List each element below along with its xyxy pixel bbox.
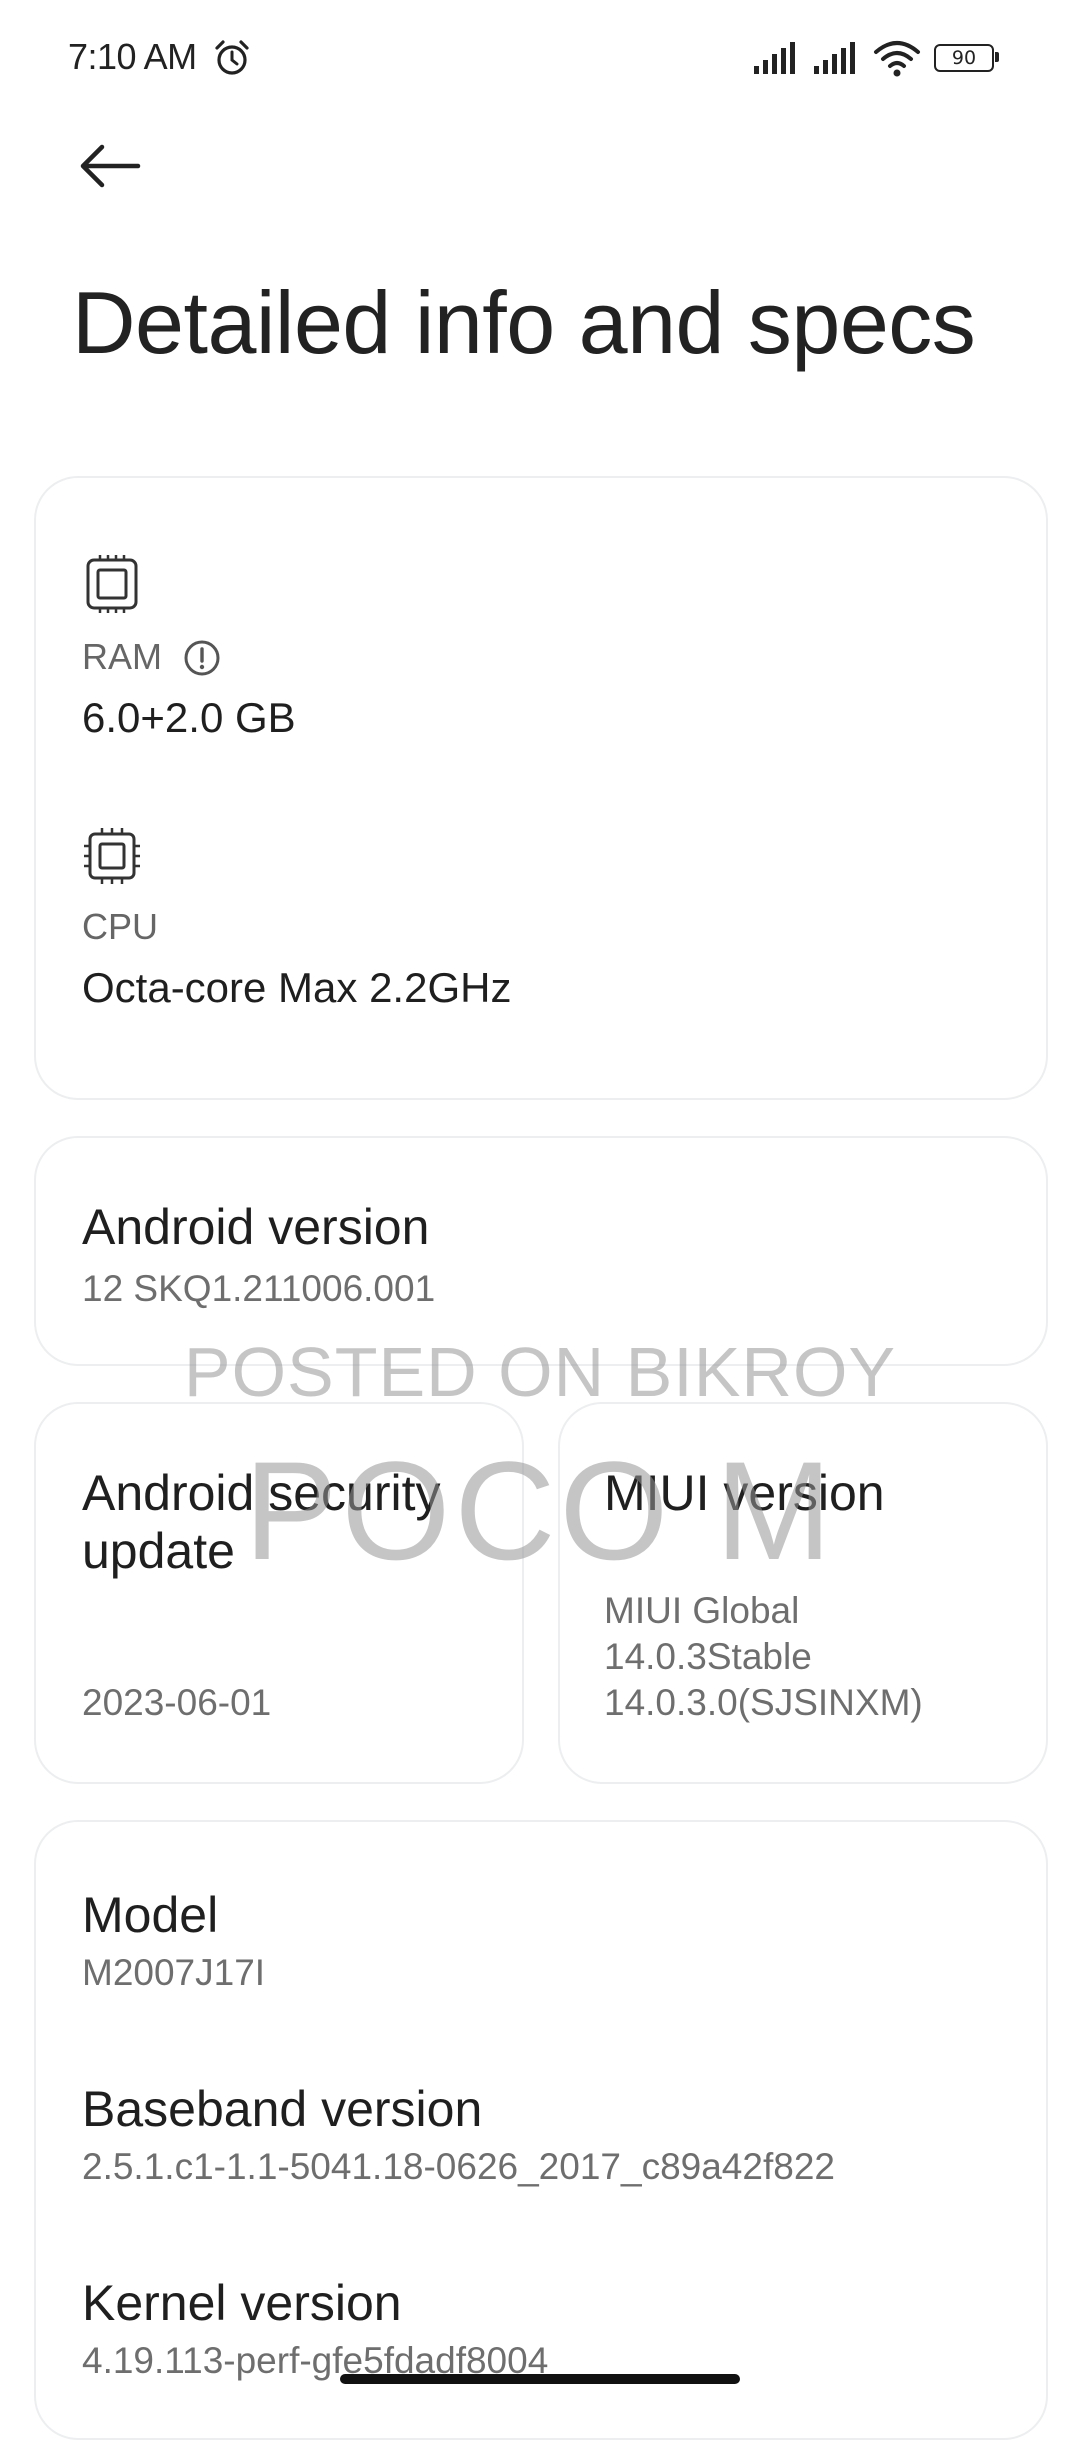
security-update-title-line1: Android security <box>82 1465 441 1521</box>
info-icon[interactable] <box>182 638 222 678</box>
battery-icon: 90 <box>934 44 999 72</box>
hardware-card: RAM 6.0+2.0 GB CPU Octa-core Max 2.2GHz <box>34 476 1048 1100</box>
device-info-card: Model M2007J17I Baseband version 2.5.1.c… <box>34 1820 1048 2440</box>
miui-version-line1: MIUI Global <box>604 1590 800 1631</box>
model-value: M2007J17I <box>82 1952 266 1993</box>
security-update-card[interactable]: Android security update 2023-06-01 <box>34 1402 524 1784</box>
security-update-title-line2: update <box>82 1523 235 1579</box>
android-version-value: 12 SKQ1.211006.001 <box>82 1268 436 1309</box>
cpu-icon <box>84 828 140 884</box>
wifi-icon <box>874 41 920 77</box>
android-version-card[interactable]: Android version 12 SKQ1.211006.001 <box>34 1136 1048 1366</box>
status-time: 7:10 AM <box>68 36 197 77</box>
cpu-label: CPU <box>82 906 159 947</box>
security-update-value: 2023-06-01 <box>82 1682 272 1723</box>
miui-version-line2: 14.0.3Stable <box>604 1636 812 1677</box>
chip-icon <box>86 555 138 613</box>
miui-version-card[interactable]: MIUI version MIUI Global 14.0.3Stable 14… <box>558 1402 1048 1784</box>
arrow-left-icon[interactable] <box>78 142 142 190</box>
home-indicator[interactable] <box>340 2374 740 2384</box>
page-title: Detailed info and specs <box>72 273 976 372</box>
ram-label: RAM <box>82 636 162 677</box>
android-version-title: Android version <box>82 1199 430 1255</box>
baseband-value: 2.5.1.c1-1.1-5041.18-0626_2017_c89a42f82… <box>82 2146 835 2187</box>
cell-signal-icon <box>754 42 795 74</box>
cpu-value: Octa-core Max 2.2GHz <box>82 964 512 1011</box>
battery-level: 90 <box>934 44 994 72</box>
alarm-icon <box>215 40 249 75</box>
model-title: Model <box>82 1887 219 1943</box>
ram-value: 6.0+2.0 GB <box>82 694 296 741</box>
kernel-title: Kernel version <box>82 2275 402 2331</box>
cell-signal-icon <box>814 42 855 74</box>
miui-version-title: MIUI version <box>604 1465 885 1521</box>
baseband-title: Baseband version <box>82 2081 483 2137</box>
miui-version-line3: 14.0.3.0(SJSINXM) <box>604 1682 923 1723</box>
